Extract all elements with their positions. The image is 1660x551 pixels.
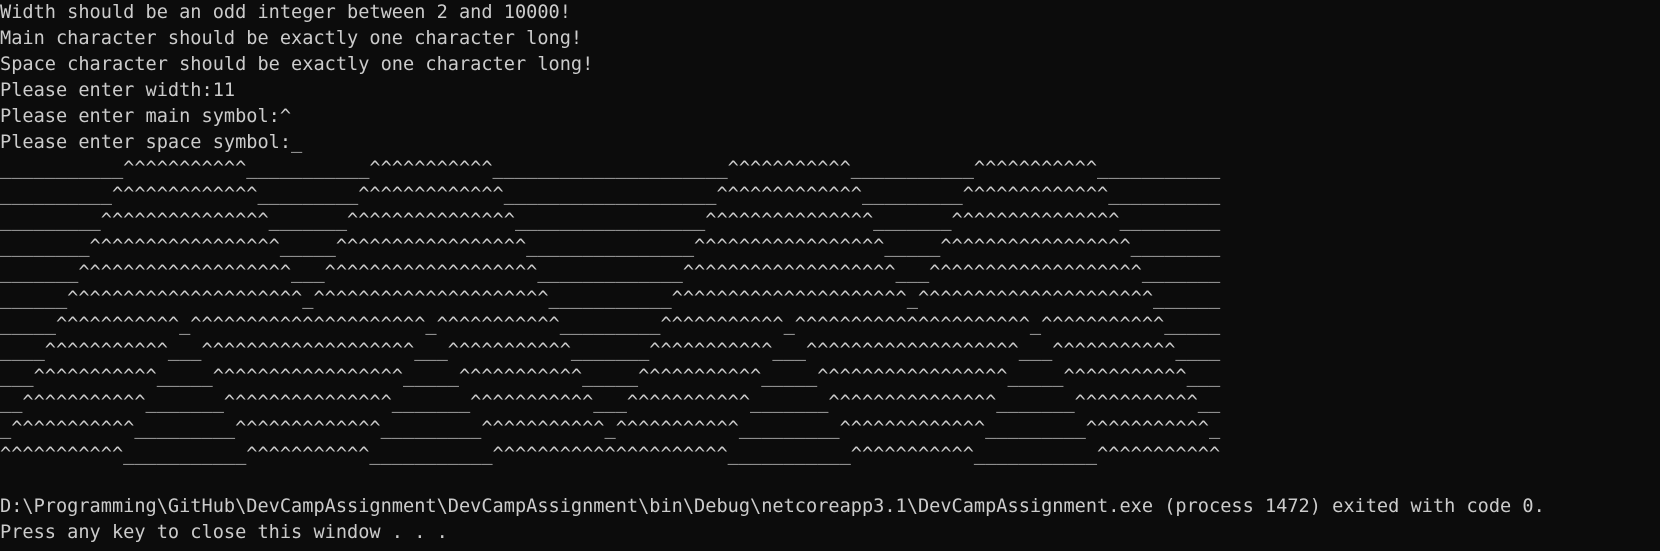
input-prompt-main-symbol: Please enter main symbol:^: [0, 106, 292, 127]
process-exit-message: D:\Programming\GitHub\DevCampAssignment\…: [0, 496, 1545, 517]
close-window-prompt: Press any key to close this window . . .: [0, 522, 448, 543]
pattern-row: _______^^^^^^^^^^^^^^^^^^^___^^^^^^^^^^^…: [0, 262, 1221, 283]
pattern-row: __^^^^^^^^^^^_______^^^^^^^^^^^^^^^_____…: [0, 392, 1221, 413]
input-prompt-width: Please enter width:11: [0, 80, 236, 101]
input-prompt-space-symbol: Please enter space symbol:_: [0, 132, 303, 153]
validation-message-width: Width should be an odd integer between 2…: [0, 2, 571, 23]
pattern-row: _________^^^^^^^^^^^^^^^_______^^^^^^^^^…: [0, 210, 1221, 231]
pattern-row: ______^^^^^^^^^^^^^^^^^^^^^_^^^^^^^^^^^^…: [0, 288, 1221, 309]
pattern-row: ___^^^^^^^^^^^_____^^^^^^^^^^^^^^^^^____…: [0, 366, 1221, 387]
pattern-row: ____^^^^^^^^^^^___^^^^^^^^^^^^^^^^^^^___…: [0, 340, 1221, 361]
validation-message-main-char: Main character should be exactly one cha…: [0, 28, 583, 49]
pattern-row: ________^^^^^^^^^^^^^^^^^_____^^^^^^^^^^…: [0, 236, 1221, 257]
pattern-row: __________^^^^^^^^^^^^^_________^^^^^^^^…: [0, 184, 1221, 205]
validation-message-space-char: Space character should be exactly one ch…: [0, 54, 594, 75]
pattern-row: ^^^^^^^^^^^___________^^^^^^^^^^^_______…: [0, 444, 1221, 465]
pattern-row: _^^^^^^^^^^^_________^^^^^^^^^^^^^______…: [0, 418, 1221, 439]
pattern-row: _____^^^^^^^^^^^_^^^^^^^^^^^^^^^^^^^^^_^…: [0, 314, 1221, 335]
console-window[interactable]: Width should be an odd integer between 2…: [0, 0, 1660, 551]
pattern-row: ___________^^^^^^^^^^^___________^^^^^^^…: [0, 158, 1221, 179]
